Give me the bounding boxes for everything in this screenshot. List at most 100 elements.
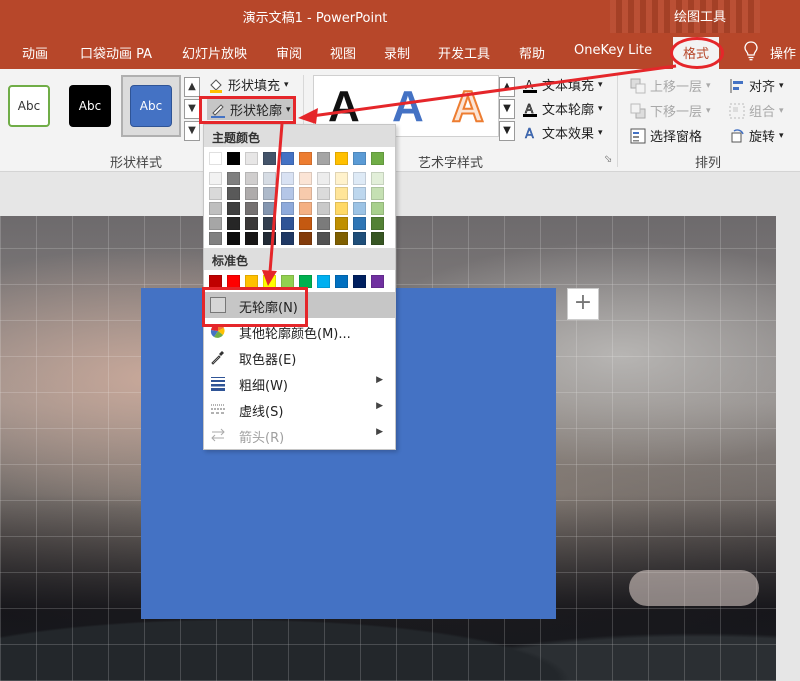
lightbulb-icon[interactable] xyxy=(744,41,758,61)
theme-shade-swatch[interactable] xyxy=(335,217,348,230)
group-button[interactable]: 组合 ▾ xyxy=(729,101,784,120)
wordart-more[interactable]: ▼ xyxy=(499,121,515,141)
gallery-more[interactable]: ▼ xyxy=(184,121,200,141)
tab-animation[interactable]: 动画 xyxy=(22,43,48,62)
align-button[interactable]: 对齐 ▾ xyxy=(729,76,784,95)
dialog-launcher-icon[interactable]: ⬂ xyxy=(604,154,612,165)
theme-color-swatch[interactable] xyxy=(353,152,366,165)
theme-shade-swatch[interactable] xyxy=(227,202,240,215)
theme-shade-swatch[interactable] xyxy=(263,217,276,230)
standard-color-swatch[interactable] xyxy=(371,275,384,288)
theme-shade-swatch[interactable] xyxy=(245,217,258,230)
theme-color-swatch[interactable] xyxy=(227,152,240,165)
theme-shade-swatch[interactable] xyxy=(371,172,384,185)
rounded-shape[interactable] xyxy=(629,570,759,606)
theme-shade-swatch[interactable] xyxy=(227,217,240,230)
wordart-style-orange-outline[interactable]: A xyxy=(451,81,485,132)
theme-shade-swatch[interactable] xyxy=(227,232,240,245)
theme-shade-swatch[interactable] xyxy=(299,187,312,200)
tab-review[interactable]: 审阅 xyxy=(276,43,302,62)
theme-color-swatch[interactable] xyxy=(245,152,258,165)
theme-shade-swatch[interactable] xyxy=(299,232,312,245)
theme-color-swatch[interactable] xyxy=(317,152,330,165)
theme-shade-swatch[interactable] xyxy=(371,187,384,200)
tab-slideshow[interactable]: 幻灯片放映 xyxy=(182,43,247,62)
theme-shade-swatch[interactable] xyxy=(281,187,294,200)
theme-shade-swatch[interactable] xyxy=(245,172,258,185)
tab-help[interactable]: 帮助 xyxy=(519,43,545,62)
layout-options-plus-icon[interactable]: + xyxy=(567,288,599,320)
theme-shade-swatch[interactable] xyxy=(209,217,222,230)
standard-color-swatch[interactable] xyxy=(353,275,366,288)
theme-shade-swatch[interactable] xyxy=(353,202,366,215)
theme-shade-swatch[interactable] xyxy=(317,232,330,245)
theme-shade-swatch[interactable] xyxy=(281,202,294,215)
text-effects-button[interactable]: A 文本效果 ▾ xyxy=(522,123,603,142)
gallery-scroll-up[interactable]: ▲ xyxy=(184,77,200,97)
shape-style-blue[interactable]: Abc xyxy=(130,85,172,127)
theme-shade-swatch[interactable] xyxy=(371,217,384,230)
theme-shade-swatch[interactable] xyxy=(353,232,366,245)
rotate-button[interactable]: 旋转 ▾ xyxy=(729,126,784,145)
theme-color-swatch[interactable] xyxy=(209,152,222,165)
shape-fill-button[interactable]: 形状填充 ▾ xyxy=(208,75,289,94)
theme-shade-swatch[interactable] xyxy=(353,187,366,200)
theme-shade-swatch[interactable] xyxy=(317,172,330,185)
theme-shade-swatch[interactable] xyxy=(263,187,276,200)
theme-shade-swatch[interactable] xyxy=(263,232,276,245)
text-fill-button[interactable]: A 文本填充 ▾ xyxy=(522,75,603,94)
tab-onekey-lite[interactable]: OneKey Lite xyxy=(574,43,652,58)
theme-shade-swatch[interactable] xyxy=(245,232,258,245)
theme-shade-swatch[interactable] xyxy=(209,232,222,245)
theme-shade-swatch[interactable] xyxy=(317,187,330,200)
standard-color-swatch[interactable] xyxy=(335,275,348,288)
theme-shade-swatch[interactable] xyxy=(371,202,384,215)
tab-pocket-animation[interactable]: 口袋动画 PA xyxy=(80,43,152,62)
theme-shade-swatch[interactable] xyxy=(299,202,312,215)
theme-shade-swatch[interactable] xyxy=(281,217,294,230)
dashes-item[interactable]: 虚线(S) ▶ xyxy=(204,396,395,422)
theme-shade-swatch[interactable] xyxy=(209,187,222,200)
send-backward-button[interactable]: 下移一层 ▾ xyxy=(630,101,711,120)
standard-color-swatch[interactable] xyxy=(317,275,330,288)
theme-shade-swatch[interactable] xyxy=(245,202,258,215)
text-outline-button[interactable]: A 文本轮廓 ▾ xyxy=(522,99,603,118)
arrows-item[interactable]: 箭头(R) ▶ xyxy=(204,422,395,448)
theme-shade-swatch[interactable] xyxy=(317,217,330,230)
gallery-scroll-down[interactable]: ▼ xyxy=(184,99,200,119)
theme-shade-swatch[interactable] xyxy=(227,172,240,185)
theme-shade-swatch[interactable] xyxy=(353,217,366,230)
eyedropper-item[interactable]: 取色器(E) xyxy=(204,344,395,370)
weight-item[interactable]: 粗细(W) ▶ xyxy=(204,370,395,396)
theme-shade-swatch[interactable] xyxy=(335,232,348,245)
theme-shade-swatch[interactable] xyxy=(209,172,222,185)
tab-developer[interactable]: 开发工具 xyxy=(438,43,490,62)
theme-color-swatch[interactable] xyxy=(371,152,384,165)
theme-shade-swatch[interactable] xyxy=(335,172,348,185)
wordart-scroll-down[interactable]: ▼ xyxy=(499,99,515,119)
theme-shade-swatch[interactable] xyxy=(335,202,348,215)
theme-shade-swatch[interactable] xyxy=(299,172,312,185)
shape-style-black[interactable]: Abc xyxy=(69,85,111,127)
wordart-style-blue[interactable]: A xyxy=(392,82,424,132)
theme-color-swatch[interactable] xyxy=(299,152,312,165)
theme-shade-swatch[interactable] xyxy=(227,187,240,200)
bring-forward-button[interactable]: 上移一层 ▾ xyxy=(630,76,711,95)
tab-view[interactable]: 视图 xyxy=(330,43,356,62)
theme-shade-swatch[interactable] xyxy=(335,187,348,200)
theme-shade-swatch[interactable] xyxy=(281,232,294,245)
theme-shade-swatch[interactable] xyxy=(299,217,312,230)
theme-color-swatch[interactable] xyxy=(335,152,348,165)
theme-shade-swatch[interactable] xyxy=(281,172,294,185)
shape-style-outline-green[interactable]: Abc xyxy=(8,85,50,127)
theme-shade-swatch[interactable] xyxy=(209,202,222,215)
tab-record[interactable]: 录制 xyxy=(384,43,410,62)
theme-shade-swatch[interactable] xyxy=(263,202,276,215)
theme-shade-swatch[interactable] xyxy=(263,172,276,185)
wordart-scroll-up[interactable]: ▲ xyxy=(499,77,515,97)
theme-color-swatch[interactable] xyxy=(281,152,294,165)
theme-shade-swatch[interactable] xyxy=(371,232,384,245)
tab-tell-me[interactable]: 操作 xyxy=(770,43,796,62)
theme-shade-swatch[interactable] xyxy=(353,172,366,185)
theme-color-swatch[interactable] xyxy=(263,152,276,165)
